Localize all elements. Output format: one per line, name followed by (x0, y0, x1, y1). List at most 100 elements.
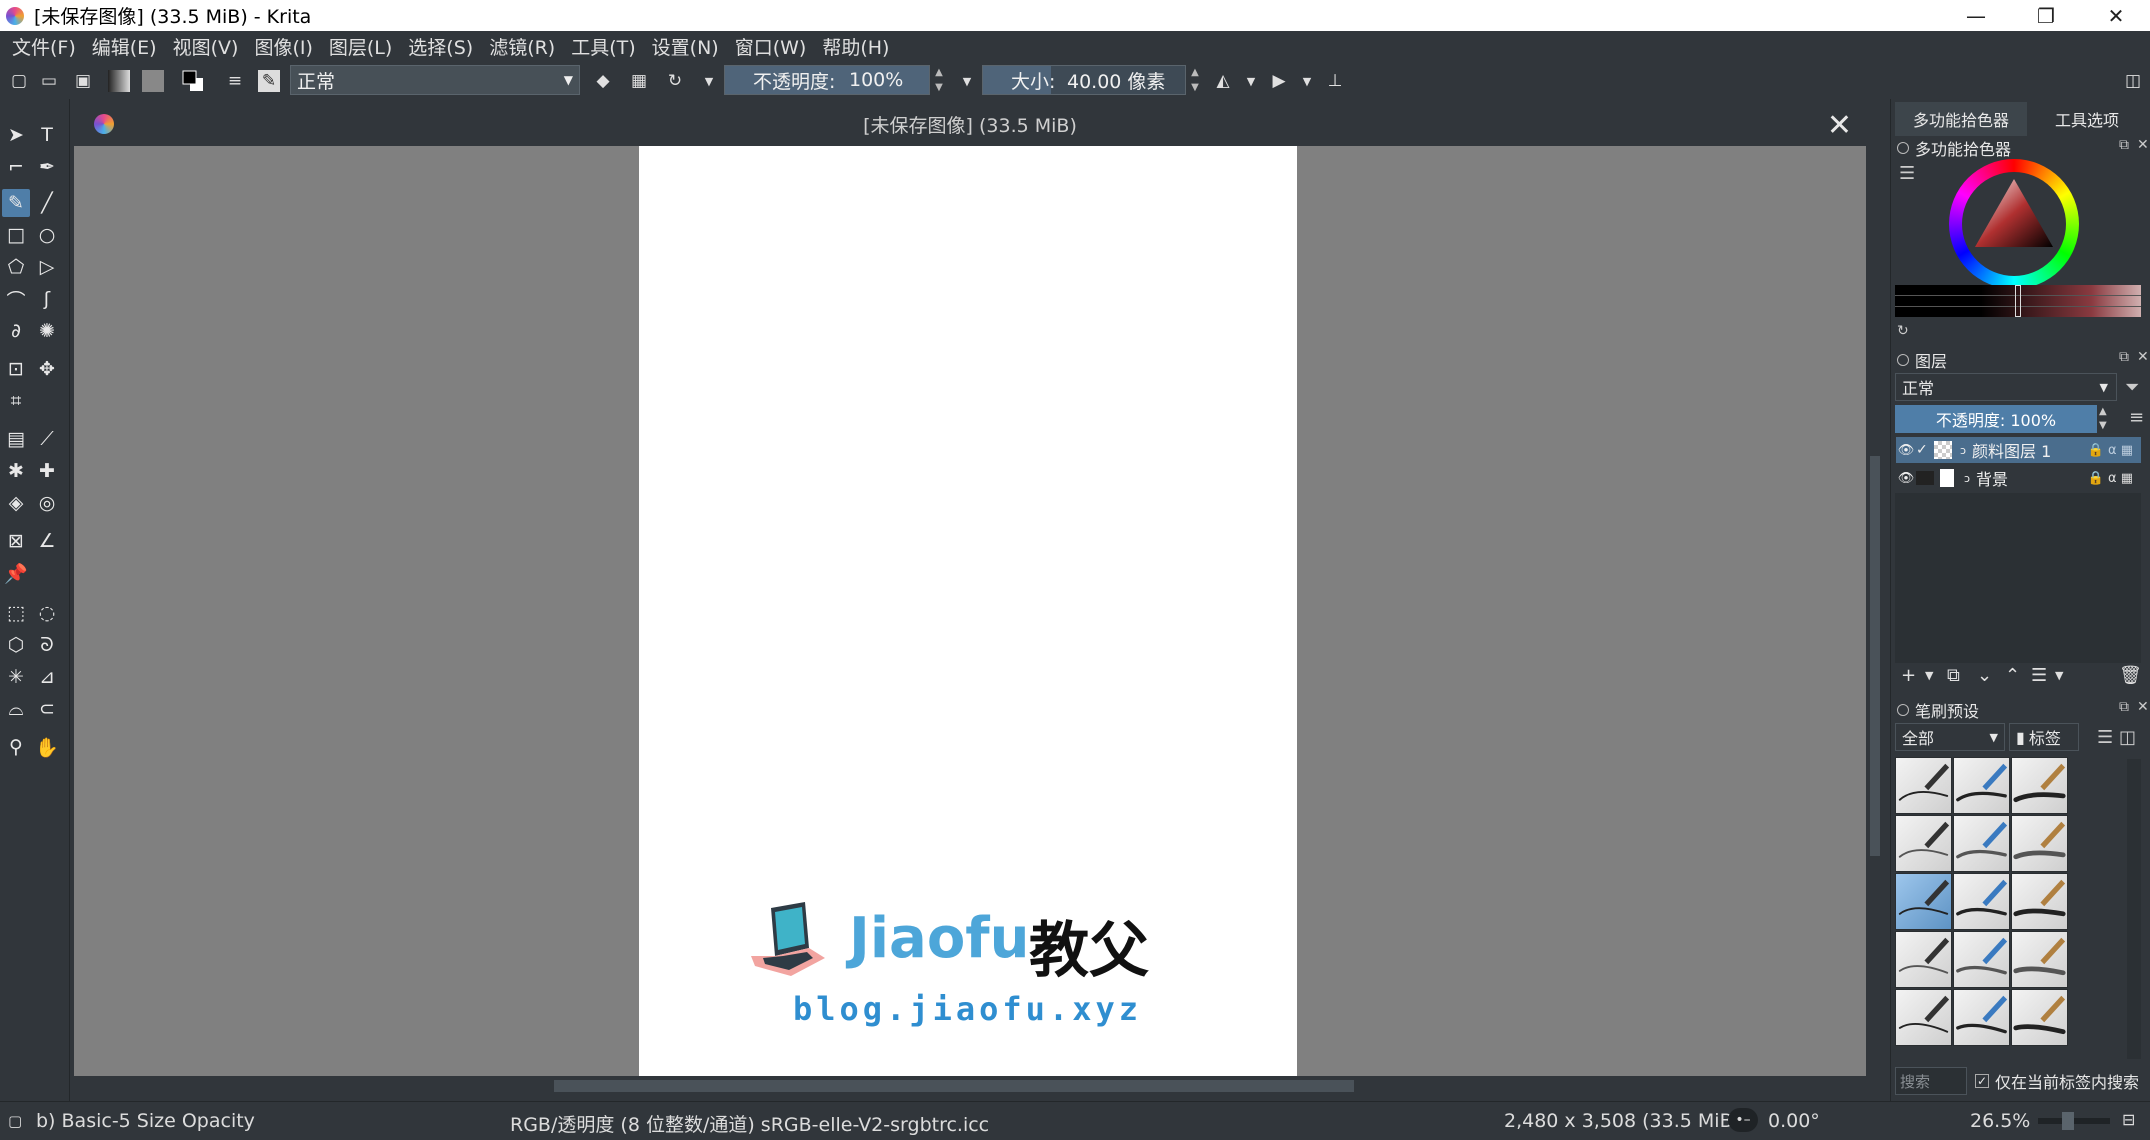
layer-options-icon[interactable]: ≡ (2129, 407, 2144, 428)
freehand-select-icon[interactable]: ᘐ (33, 631, 61, 659)
assistant-tool-icon[interactable]: ⊠ (2, 527, 30, 555)
panel-lock-icon[interactable] (1897, 142, 1909, 154)
layer-item-background[interactable]: 👁 ↄ 背景 🔒 α ▦ (1896, 465, 2141, 491)
layers-list-area[interactable] (1895, 493, 2141, 663)
reload-preset-icon[interactable]: ↻ (664, 70, 686, 92)
layer-check-icon[interactable] (1916, 471, 1934, 485)
wrap-around-icon[interactable]: ⊥ (1324, 70, 1346, 92)
brush-close-icon[interactable]: ✕ (2137, 699, 2149, 715)
delete-layer-icon[interactable]: 🗑 (2119, 665, 2142, 686)
colorize-mask-icon[interactable]: ✱ (2, 457, 30, 485)
document-title[interactable]: [未保存图像] (33.5 MiB) (863, 111, 1077, 138)
menu-settings[interactable]: 设置(N) (644, 33, 727, 60)
close-panel-icon[interactable]: ✕ (2137, 137, 2149, 153)
save-icon[interactable]: ▣ (72, 70, 94, 92)
zoom-slider[interactable] (2038, 1112, 2110, 1130)
smart-patch-icon[interactable]: ✚ (33, 457, 61, 485)
measure-tool-icon[interactable]: ∠ (33, 527, 61, 555)
pan-tool-icon[interactable]: ✋ (33, 733, 61, 761)
vertical-scrollbar[interactable] (1866, 146, 1884, 1076)
reference-tool-icon[interactable]: 📌 (2, 559, 30, 587)
pattern-picker-icon[interactable] (142, 70, 164, 92)
mirror-vertical-icon[interactable]: ▶ (1268, 70, 1290, 92)
layer-blend-mode-select[interactable]: 正常 ▼ (1895, 373, 2117, 401)
fit-view-icon[interactable]: ⊟ (2122, 1110, 2135, 1129)
brush-preset-item[interactable] (2011, 989, 2068, 1046)
horizontal-scrollbar[interactable] (74, 1076, 1866, 1096)
status-rotation[interactable]: 0.00° (1768, 1110, 1820, 1132)
dynamic-brush-icon[interactable]: ∂ (2, 317, 30, 345)
status-zoom[interactable]: 26.5% (1970, 1110, 2030, 1132)
menu-help[interactable]: 帮助(H) (814, 33, 897, 60)
freehand-brush-icon[interactable]: ✎ (2, 189, 30, 217)
brush-preset-item[interactable] (2011, 931, 2068, 988)
zoom-tool-icon[interactable]: ⚲ (2, 733, 30, 761)
move-layer-down-icon[interactable]: ⌄ (1977, 665, 1992, 686)
line-tool-icon[interactable]: ╱ (33, 189, 61, 217)
size-spin-icon[interactable]: ▲ ▼ (1188, 65, 1202, 95)
canvas-page[interactable]: Jiaofu 教父 blog.jiaofu.xyz (639, 146, 1297, 1076)
multibrush-icon[interactable]: ✺ (33, 317, 61, 345)
close-window-button[interactable]: ✕ (2084, 0, 2148, 31)
bezier-select-icon[interactable]: ⌓ (2, 695, 30, 723)
move-tool-icon[interactable]: ✥ (33, 355, 61, 383)
color-history-strip[interactable] (1895, 285, 2141, 317)
brush-float-icon[interactable]: ⧉ (2119, 699, 2129, 715)
brush-preset-item[interactable] (1953, 815, 2010, 872)
magnetic-select-icon[interactable]: ⊂ (33, 695, 61, 723)
size-slider[interactable]: 大小: 40.00 像素 (982, 65, 1186, 95)
zoom-slider-handle[interactable] (2062, 1112, 2074, 1130)
polygon-select-icon[interactable]: ⬡ (2, 631, 30, 659)
visibility-eye-icon[interactable]: 👁 (1896, 471, 1916, 486)
rect-select-icon[interactable]: ⬚ (2, 599, 30, 627)
polyline-tool-icon[interactable]: ▷ (33, 253, 61, 281)
brush-lock-icon[interactable] (1897, 704, 1909, 716)
tab-advanced-color-selector[interactable]: 多功能拾色器 (1895, 102, 2027, 136)
contiguous-select-icon[interactable]: ✳ (2, 663, 30, 691)
layer-properties-dropdown-icon[interactable]: ▼ (2055, 669, 2063, 682)
menu-file[interactable]: 文件(F) (4, 33, 84, 60)
open-document-icon[interactable]: ▭ (38, 70, 60, 92)
layer-opacity-spin-icon[interactable]: ▲ ▼ (2099, 405, 2107, 433)
ellipse-tool-icon[interactable]: ○ (33, 221, 61, 249)
restore-button[interactable]: ❐ (2014, 0, 2078, 31)
select-shapes-icon[interactable]: ➤ (2, 121, 30, 149)
layer-properties-icon[interactable]: ☰ (2031, 665, 2047, 686)
brush-preset-item[interactable] (1953, 873, 2010, 930)
brush-grid-scrollbar[interactable] (2127, 759, 2141, 1059)
duplicate-layer-icon[interactable]: ⧉ (1947, 665, 1960, 686)
brush-tag-filter-select[interactable]: 全部 ▼ (1895, 723, 2005, 751)
crop-tool-icon[interactable]: ⌗ (2, 387, 30, 415)
menu-edit[interactable]: 编辑(E) (84, 33, 165, 60)
color-settings-icon[interactable]: ☰ (1899, 163, 1915, 184)
layer-item-paint[interactable]: 👁 ✓ ↄ 颜料图层 1 🔒 α ▦ (1896, 437, 2141, 463)
close-document-icon[interactable]: ✕ (1827, 108, 1852, 143)
enclose-fill-icon[interactable]: ◎ (33, 489, 61, 517)
opacity-spin-icon[interactable]: ▲ ▼ (932, 65, 946, 95)
mirror-v-dropdown-icon[interactable]: ▼ (1296, 70, 1318, 92)
similar-select-icon[interactable]: ⊿ (33, 663, 61, 691)
brush-preset-item[interactable] (1895, 815, 1952, 872)
edit-shapes-icon[interactable]: ⌐ (2, 153, 30, 181)
layers-lock-icon[interactable] (1897, 354, 1909, 366)
layer-filter-icon[interactable]: ⏷ (2125, 377, 2139, 398)
rectangle-tool-icon[interactable]: □ (2, 221, 30, 249)
ellipse-select-icon[interactable]: ◌ (33, 599, 61, 627)
brush-preset-item[interactable] (1953, 931, 2010, 988)
visibility-eye-icon[interactable]: 👁 (1896, 443, 1916, 458)
toggle-docker-icon[interactable]: ◫ (2122, 70, 2144, 92)
float-panel-icon[interactable]: ⧉ (2119, 137, 2129, 153)
bezier-tool-icon[interactable]: ⌒ (2, 285, 30, 313)
brush-preset-item[interactable] (2011, 873, 2068, 930)
gradient-tool-icon[interactable]: ▤ (2, 425, 30, 453)
brush-preset-item[interactable] (2011, 815, 2068, 872)
preserve-alpha-icon[interactable]: ▦ (628, 70, 650, 92)
fg-bg-color-icon[interactable] (182, 70, 204, 92)
menu-window[interactable]: 窗口(W) (727, 33, 815, 60)
blend-mode-select[interactable]: 正常 ▼ (290, 65, 580, 95)
status-color-info[interactable]: RGB/透明度 (8 位整数/通道) sRGB-elle-V2-srgbtrc.… (510, 1110, 989, 1137)
menu-select[interactable]: 选择(S) (400, 33, 481, 60)
brush-preset-item[interactable] (2011, 757, 2068, 814)
reload-dropdown-icon[interactable]: ▼ (698, 70, 720, 92)
layers-close-icon[interactable]: ✕ (2137, 349, 2149, 365)
